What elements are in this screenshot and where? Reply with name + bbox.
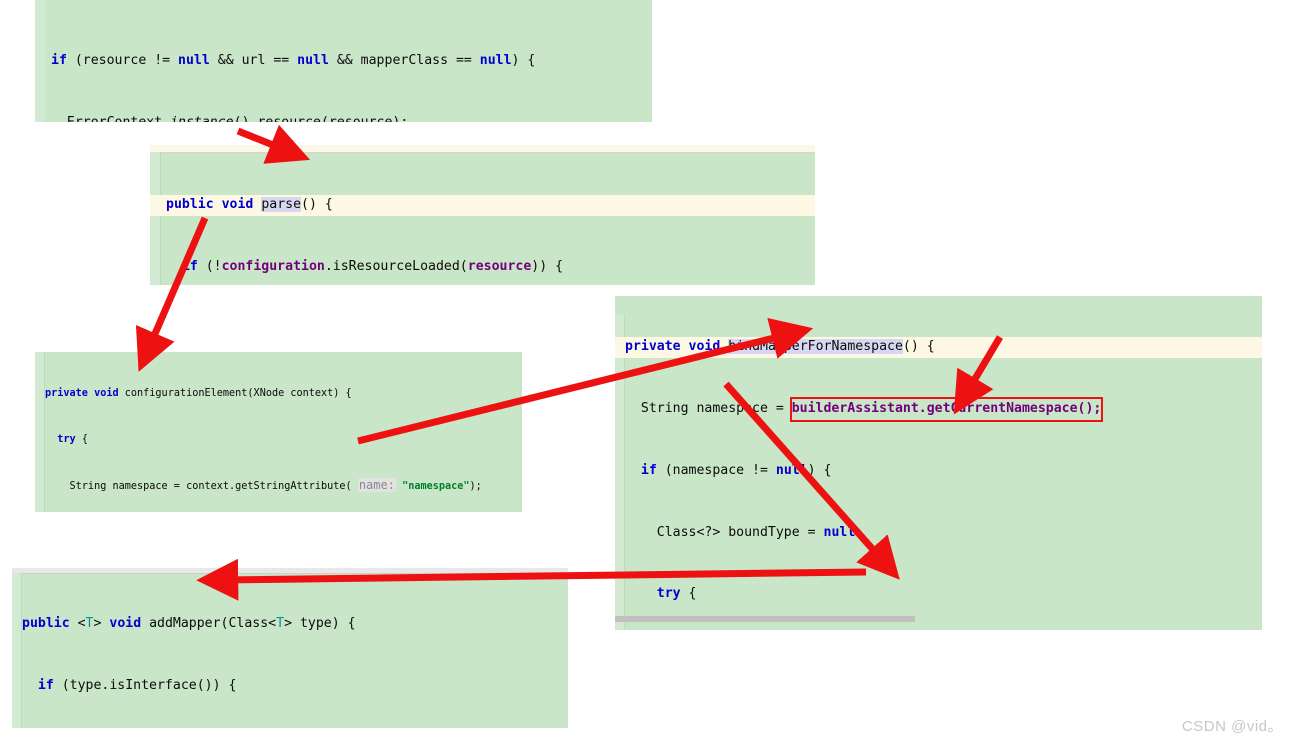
code-line: if (namespace != null) { [640, 462, 832, 478]
screenshot-stage: if (resource != null && url == null && m… [0, 0, 1297, 746]
code-line: Class<?> boundType = null; [625, 524, 864, 540]
code-panel-add-mapper: public <T> void addMapper(Class<T> type)… [12, 568, 568, 728]
code-line: String namespace = context.getStringAttr… [45, 477, 482, 492]
code-line: public <T> void addMapper(Class<T> type)… [22, 616, 356, 632]
code-line: if (resource != null && url == null && m… [51, 53, 536, 69]
code-text-add-mapper: public <T> void addMapper(Class<T> type)… [12, 568, 568, 728]
code-panel-parse: public void parse() { if (!configuration… [150, 145, 815, 285]
code-line: private void configurationElement(XNode … [45, 388, 352, 400]
code-line: String namespace = builderAssistant.getC… [615, 397, 1262, 422]
code-line-highlighted: public void parse() { [150, 195, 815, 216]
code-line: if (!configuration.isResourceLoaded(reso… [181, 258, 564, 274]
code-text-parse: public void parse() { if (!configuration… [150, 145, 815, 285]
code-panel-configuration-element: private void configurationElement(XNode … [35, 352, 522, 512]
code-line: ErrorContext.instance().resource(resourc… [35, 113, 652, 122]
code-line: try { [656, 586, 697, 602]
code-panel-bind-mapper-for-namespace: private void bindMapperForNamespace() { … [615, 296, 1262, 630]
code-text-configuration-element: private void configurationElement(XNode … [35, 352, 522, 512]
code-text-bind-mapper-for-namespace: private void bindMapperForNamespace() { … [615, 296, 1262, 630]
csdn-watermark: CSDN @vid。 [1181, 718, 1283, 735]
code-panel-mapper-element: if (resource != null && url == null && m… [35, 0, 652, 122]
code-line-highlighted: private void bindMapperForNamespace() { [615, 337, 1262, 358]
horizontal-scrollbar[interactable] [615, 616, 1262, 622]
code-line: try { [57, 434, 88, 445]
code-text-mapper-element: if (resource != null && url == null && m… [35, 0, 652, 122]
code-line: if (type.isInterface()) { [37, 677, 237, 693]
